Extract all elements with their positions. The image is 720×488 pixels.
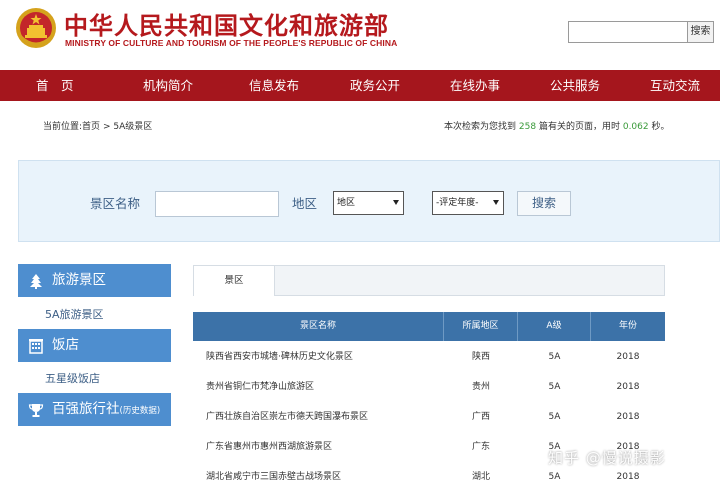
breadcrumb: 当前位置:首页 > 5A级景区 [43, 119, 152, 132]
cell-region: 广西 [471, 412, 490, 422]
breadcrumb-prefix: 当前位置: [43, 122, 83, 132]
sidebar-sub-5a-scenic[interactable]: 5A旅游景区 [45, 306, 104, 322]
cell-scenic-name[interactable]: 广东省惠州市惠州西湖旅游景区 [206, 432, 332, 462]
cell-region: 陕西 [471, 352, 490, 362]
search-result-summary: 本次检索为您找到 258 篇有关的页面，用时 0.062 秒。 [444, 119, 670, 132]
sidebar-item-hotel-label: 饭店 [52, 337, 79, 353]
sidebar-sub-5star-hotel[interactable]: 五星级饭店 [45, 370, 100, 386]
sidebar-item-travel-agency-label: 百强旅行社(历史数据) [52, 393, 160, 428]
result-time: 0.062 [622, 122, 649, 132]
tree-icon [30, 274, 42, 289]
cell-level: 5A [548, 412, 561, 422]
region-select-value: 地区 [337, 198, 356, 208]
main-nav: 首 页 机构简介 信息发布 政务公开 在线办事 公共服务 互动交流 [0, 70, 720, 101]
region-label: 地区 [292, 196, 318, 211]
nav-item-public-services[interactable]: 公共服务 [550, 70, 600, 101]
cell-level: 5A [548, 352, 561, 362]
cell-region: 湖北 [471, 472, 490, 482]
scenic-name-label: 景区名称 [90, 196, 141, 211]
page: 中华人民共和国文化和旅游部 MINISTRY OF CULTURE AND TO… [0, 0, 720, 488]
sidebar-item-scenic-label: 旅游景区 [52, 272, 106, 288]
building-icon [29, 339, 43, 354]
table-row: 贵州省铜仁市梵净山旅游区 贵州 5A 2018 [193, 372, 665, 402]
tab-scenic[interactable]: 景区 [193, 265, 275, 296]
breadcrumb-separator: > [102, 122, 111, 132]
chevron-down-icon [393, 200, 399, 205]
table-header: 景区名称 所属地区 A级 年份 [193, 312, 665, 341]
cell-scenic-name[interactable]: 陕西省西安市城墙·碑林历史文化景区 [206, 342, 353, 372]
region-select[interactable]: 地区 [333, 191, 404, 215]
watermark: 知乎 @慢说摄影 [548, 449, 666, 467]
nav-item-online-services[interactable]: 在线办事 [450, 70, 500, 101]
site-header: 中华人民共和国文化和旅游部 MINISTRY OF CULTURE AND TO… [0, 0, 720, 70]
result-unit: 秒。 [651, 122, 670, 132]
year-select[interactable]: -评定年度- [432, 191, 504, 215]
site-search-button[interactable]: 搜索 [687, 21, 714, 43]
result-count: 258 [518, 122, 537, 132]
nav-item-home[interactable]: 首 页 [36, 70, 74, 101]
site-title: 中华人民共和国文化和旅游部 [64, 12, 389, 40]
nav-item-about[interactable]: 机构简介 [143, 70, 193, 101]
nav-item-interaction[interactable]: 互动交流 [650, 70, 700, 101]
column-header-region[interactable]: 所属地区 [444, 312, 518, 341]
breadcrumb-current[interactable]: 5A级景区 [113, 122, 152, 132]
trophy-icon [28, 404, 44, 417]
result-text-middle: 篇有关的页面，用时 [538, 122, 620, 132]
cell-level: 5A [548, 382, 561, 392]
column-header-level[interactable]: A级 [518, 312, 591, 341]
chevron-down-icon [493, 200, 499, 205]
nav-item-news[interactable]: 信息发布 [249, 70, 299, 101]
column-header-name[interactable]: 景区名称 [193, 312, 444, 341]
site-title-en: MINISTRY OF CULTURE AND TOURISM OF THE P… [65, 38, 398, 48]
filter-search-button[interactable]: 搜索 [517, 191, 571, 216]
site-search-input[interactable] [568, 21, 688, 43]
cell-year: 2018 [616, 412, 640, 422]
national-emblem-icon [16, 8, 56, 48]
cell-region: 广东 [471, 442, 490, 452]
sidebar-item-hotel[interactable]: 饭店 [18, 329, 171, 362]
scenic-name-input[interactable] [155, 191, 279, 217]
sidebar-item-scenic[interactable]: 旅游景区 [18, 264, 171, 297]
cell-scenic-name[interactable]: 广西壮族自治区崇左市德天跨国瀑布景区 [206, 402, 368, 432]
column-header-year[interactable]: 年份 [591, 312, 665, 341]
table-row: 广西壮族自治区崇左市德天跨国瀑布景区 广西 5A 2018 [193, 402, 665, 432]
travel-agency-note: (历史数据) [119, 406, 161, 416]
year-select-value: -评定年度- [436, 198, 479, 208]
breadcrumb-home[interactable]: 首页 [82, 122, 100, 132]
nav-item-affairs[interactable]: 政务公开 [350, 70, 400, 101]
cell-year: 2018 [616, 352, 640, 362]
cell-scenic-name[interactable]: 湖北省咸宁市三国赤壁古战场景区 [206, 462, 341, 488]
cell-region: 贵州 [471, 382, 490, 392]
travel-agency-title: 百强旅行社 [52, 401, 120, 417]
result-text-before: 本次检索为您找到 [444, 122, 517, 132]
sidebar-item-travel-agency[interactable]: 百强旅行社(历史数据) [18, 393, 171, 426]
table-row: 陕西省西安市城墙·碑林历史文化景区 陕西 5A 2018 [193, 342, 665, 372]
cell-scenic-name[interactable]: 贵州省铜仁市梵净山旅游区 [206, 372, 314, 402]
cell-year: 2018 [616, 382, 640, 392]
